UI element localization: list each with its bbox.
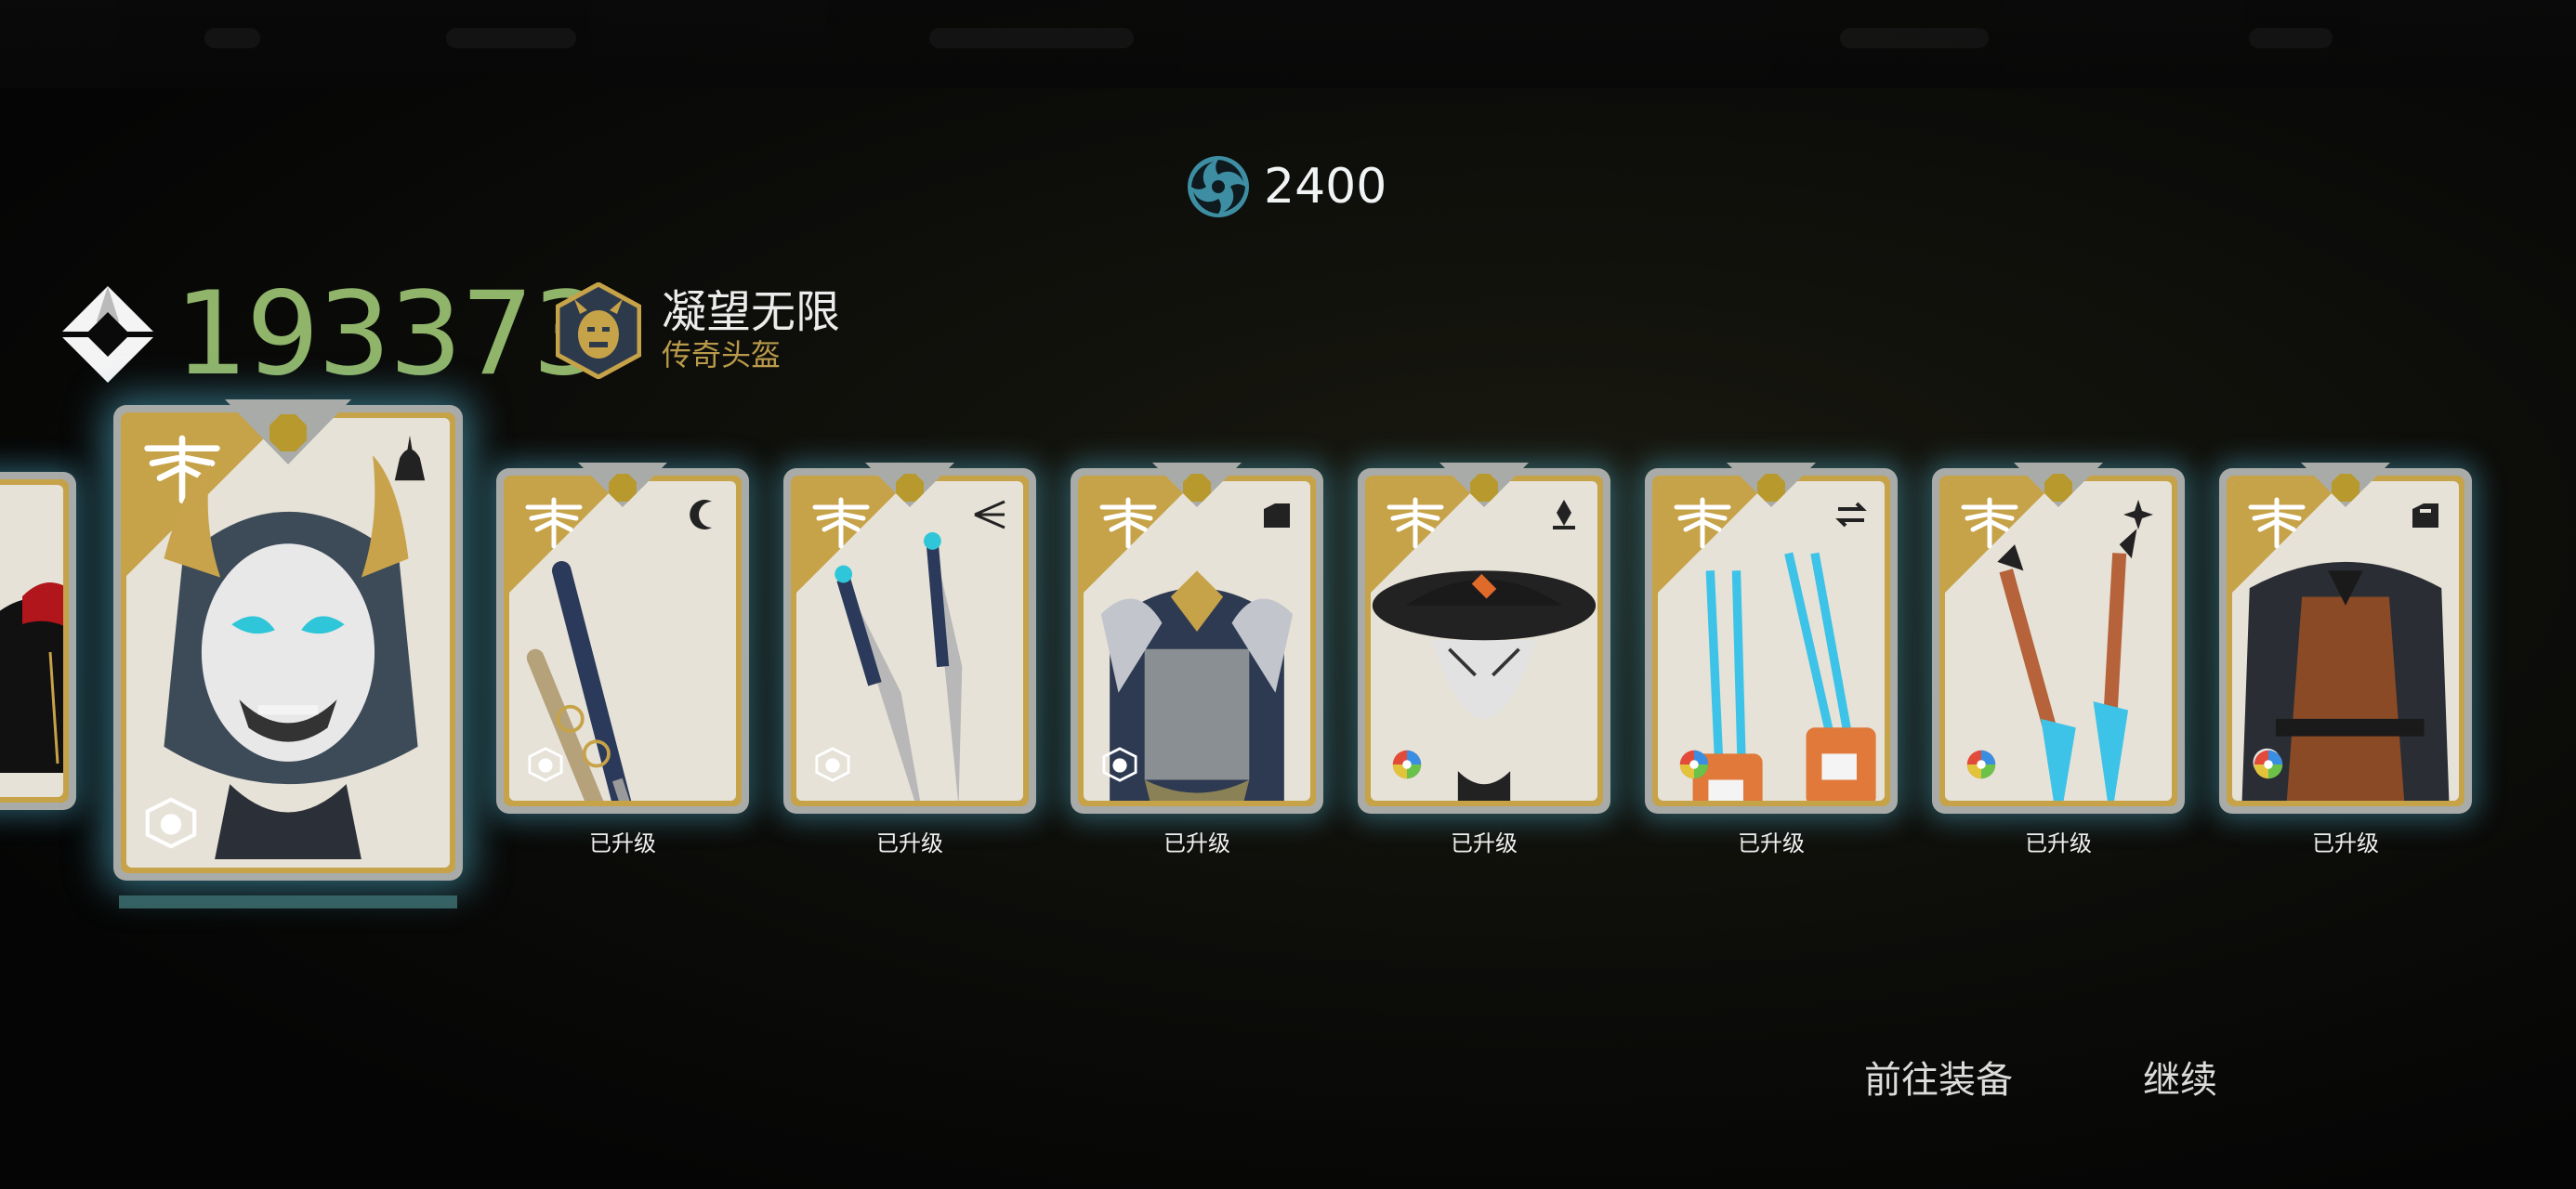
gear-card-blue-claw-gauntlets[interactable] (1645, 463, 1898, 814)
gear-card-samurai-chest-armor[interactable] (1071, 463, 1323, 814)
gear-score-diamond-icon (59, 286, 156, 383)
rarity-gem-icon (1183, 474, 1211, 502)
rarity-gem-icon (896, 474, 924, 502)
color-wheel-icon (1966, 750, 1996, 779)
gear-card-twin-kunai-daggers[interactable] (783, 463, 1036, 814)
color-wheel-icon (2254, 750, 2283, 779)
gear-card-brown-robe-outfit[interactable] (2219, 463, 2472, 814)
swirl-coin-icon (1188, 156, 1249, 217)
selection-indicator (119, 895, 457, 908)
gear-card-helmet-selected[interactable] (113, 399, 463, 881)
reward-info: 凝望无限 传奇头盔 (556, 282, 840, 379)
rarity-gem-icon (1757, 474, 1785, 502)
continue-button[interactable]: 继续 (2143, 1050, 2217, 1104)
go-to-equip-button[interactable]: 前往装备 (1864, 1050, 2013, 1104)
color-wheel-icon (1392, 750, 1422, 779)
card-status-label: 已升级 (589, 830, 656, 856)
gear-score: 193373 (58, 268, 605, 401)
card-status-label: 已升级 (1738, 830, 1805, 856)
currency-value: 2400 (1264, 159, 1387, 215)
card-status-label: 已升级 (1451, 830, 1518, 856)
reward-type: 传奇头盔 (662, 337, 782, 373)
gear-card-katana-and-sheath[interactable] (496, 463, 749, 814)
rarity-gem-icon (2044, 474, 2072, 502)
card-status-label: 已升级 (876, 830, 943, 856)
oni-tag-icon (528, 747, 563, 782)
card-status-label: 已升级 (1163, 830, 1230, 856)
top-menu-bar (0, 0, 2576, 88)
currency-display: 2400 (1186, 154, 1387, 219)
color-wheel-icon (1679, 750, 1709, 779)
card-status-label: 已升级 (2025, 830, 2092, 856)
oni-tag-icon (145, 797, 197, 849)
oni-tag-icon (1102, 747, 1137, 782)
card-status-label: 已升级 (2312, 830, 2379, 856)
red-black-gear-art (0, 582, 63, 773)
oni-tag-icon (815, 747, 850, 782)
gear-card-partial[interactable] (0, 472, 76, 810)
rarity-gem-icon (609, 474, 637, 502)
oni-mask-hexagon-icon (556, 282, 641, 379)
rarity-gem-icon (2332, 474, 2359, 502)
gear-card-orange-blue-daggers[interactable] (1932, 463, 2185, 814)
reward-name: 凝望无限 (662, 286, 841, 339)
gear-card-straw-hat-mask[interactable] (1358, 463, 1610, 814)
rarity-gem-icon (1470, 474, 1498, 502)
gear-score-value: 193373 (175, 268, 605, 401)
